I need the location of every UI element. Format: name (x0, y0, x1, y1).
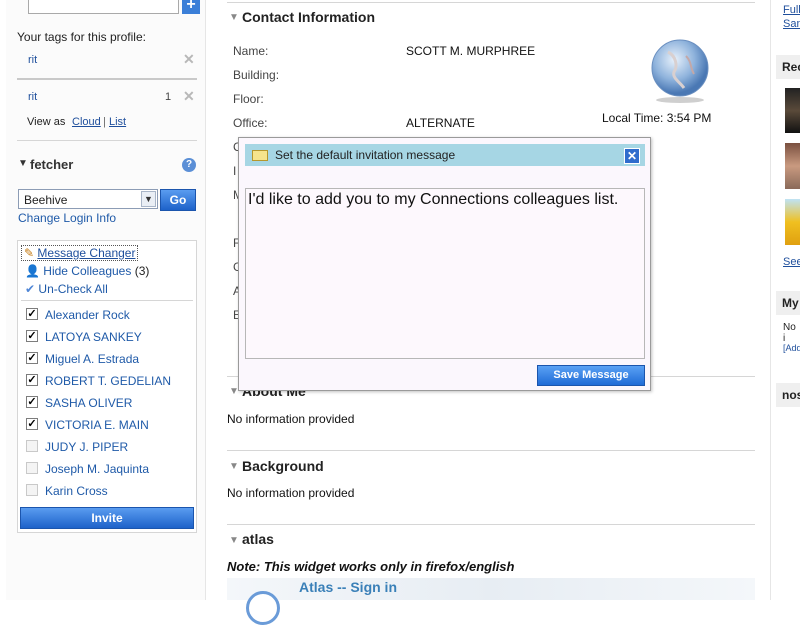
my-header: My (776, 291, 800, 315)
colleague-name: Joseph M. Jaquinta (45, 462, 150, 476)
office-label: Office: (233, 116, 268, 130)
dialog-title: Set the default invitation message (275, 148, 456, 162)
pencil-icon: ✎ (24, 246, 35, 260)
sam-link[interactable]: San (783, 18, 800, 30)
close-icon[interactable]: ✕ (624, 148, 640, 164)
person-icon: 👤 (25, 264, 40, 278)
view-as-label: View as (27, 116, 66, 128)
add-link[interactable]: [Add (783, 343, 800, 353)
uncheck-all-link[interactable]: ✔ Un-Check All (25, 282, 108, 296)
collapse-triangle-icon[interactable]: ▼ (229, 12, 239, 23)
change-login-link[interactable]: Change Login Info (18, 211, 116, 225)
full-link[interactable]: Full (783, 4, 800, 16)
colleague-checkbox[interactable]: ✓ (26, 374, 38, 386)
check-icon: ✔ (25, 282, 36, 296)
avatar[interactable] (785, 88, 800, 133)
avatar[interactable] (785, 143, 800, 189)
colleague-name: ROBERT T. GEDELIAN (45, 374, 172, 388)
colleague-name: VICTORIA E. MAIN (45, 418, 149, 432)
background-text: No information provided (227, 486, 355, 500)
colleague-name: Alexander Rock (45, 308, 130, 322)
office-value: ALTERNATE (406, 116, 475, 130)
collapse-triangle-icon[interactable]: ▼ (18, 158, 28, 169)
divider (227, 524, 755, 525)
top-rule (227, 2, 755, 3)
divider (21, 300, 193, 301)
tag-count: 1 (165, 91, 172, 103)
globe-icon (651, 39, 709, 103)
envelope-icon (252, 150, 268, 161)
hide-colleagues-link[interactable]: 👤 Hide Colleagues (3) (25, 264, 149, 278)
go-button[interactable]: Go (160, 189, 196, 211)
colleague-checkbox[interactable] (26, 484, 38, 496)
no-text: No i (783, 322, 796, 344)
colleague-name: Karin Cross (45, 484, 108, 498)
divider (17, 140, 197, 141)
colleague-checkbox[interactable]: ✓ (26, 308, 38, 320)
collapse-triangle-icon[interactable]: ▼ (229, 461, 239, 472)
add-tag-icon[interactable]: + (182, 0, 200, 14)
atlas-logo-icon (246, 591, 280, 625)
collapse-triangle-icon[interactable]: ▼ (229, 535, 239, 546)
view-list-link[interactable]: List (109, 116, 126, 128)
atlas-signin-link[interactable]: Atlas -- Sign in (299, 579, 397, 595)
right-column-border (770, 0, 771, 600)
remove-tag-icon[interactable]: ✕ (183, 88, 195, 105)
colleague-name: JUDY J. PIPER (45, 440, 129, 454)
contact-title: Contact Information (242, 9, 375, 25)
recent-header: Rec (776, 55, 800, 79)
chevron-down-icon[interactable]: ▼ (141, 191, 156, 207)
atlas-title: atlas (242, 531, 274, 547)
floor-label: Floor: (233, 92, 264, 106)
message-changer-button[interactable]: ✎ Message Changer (21, 245, 139, 261)
name-value: SCOTT M. MURPHREE (406, 44, 536, 58)
view-cloud-link[interactable]: Cloud (72, 116, 101, 128)
service-select-value: Beehive (24, 193, 68, 207)
hide-count: (3) (134, 264, 150, 278)
tag-input[interactable] (28, 0, 179, 14)
hide-colleagues-label: Hide Colleagues (43, 264, 132, 278)
divider (17, 78, 197, 80)
dialog-titlebar: Set the default invitation message (245, 144, 645, 166)
save-message-button[interactable]: Save Message (537, 365, 645, 386)
fetcher-title: fetcher (30, 157, 74, 172)
message-changer-label: Message Changer (37, 246, 136, 260)
left-sidebar: + Your tags for this profile: rit ✕ rit … (6, 0, 206, 600)
invitation-message-dialog: Set the default invitation message ✕ I'd… (238, 137, 651, 391)
tag-item[interactable]: rit (28, 91, 37, 103)
colleague-name: Miguel A. Estrada (45, 352, 140, 366)
background-title: Background (242, 458, 324, 474)
uncheck-all-label: Un-Check All (38, 282, 108, 296)
about-text: No information provided (227, 412, 355, 426)
colleague-checkbox[interactable] (26, 462, 38, 474)
colleague-checkbox[interactable]: ✓ (26, 396, 38, 408)
divider (227, 450, 755, 451)
avatar[interactable] (785, 199, 800, 245)
colleague-checkbox[interactable]: ✓ (26, 352, 38, 364)
help-icon[interactable]: ? (182, 158, 196, 172)
nos-header: nos (776, 383, 800, 407)
view-separator: | (103, 116, 106, 128)
local-time: Local Time: 3:54 PM (602, 111, 712, 125)
atlas-note: Note: This widget works only in firefox/… (227, 559, 515, 574)
tag-item[interactable]: rit (28, 54, 37, 66)
colleague-checkbox[interactable]: ✓ (26, 418, 38, 430)
service-select[interactable]: Beehive ▼ (18, 189, 158, 209)
name-label: Name: (233, 44, 269, 58)
invite-button[interactable]: Invite (20, 507, 194, 529)
colleague-name: LATOYA SANKEY (45, 330, 142, 344)
message-textarea[interactable]: I'd like to add you to my Connections co… (245, 188, 645, 359)
remove-tag-icon[interactable]: ✕ (183, 51, 195, 68)
see-link[interactable]: See (783, 256, 800, 268)
building-label: Building: (233, 68, 280, 82)
colleague-checkbox[interactable] (26, 440, 38, 452)
colleague-checkbox[interactable]: ✓ (26, 330, 38, 342)
colleague-name: SASHA OLIVER (45, 396, 133, 410)
tags-heading: Your tags for this profile: (17, 30, 146, 44)
